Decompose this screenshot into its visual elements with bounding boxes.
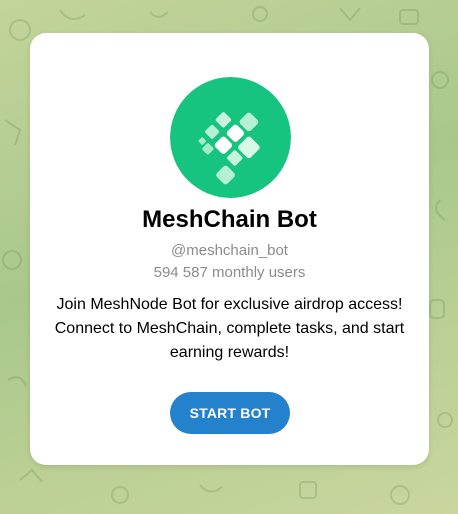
meshchain-logo-icon [170, 77, 291, 198]
bot-description: Join MeshNode Bot for exclusive airdrop … [44, 293, 415, 365]
bot-username: @meshchain_bot [171, 242, 288, 259]
bot-name: MeshChain Bot [142, 206, 317, 233]
description-line: Join MeshNode Bot for exclusive airdrop … [56, 296, 403, 313]
bot-info-card: MeshChain Bot @meshchain_bot 594 587 mon… [30, 33, 429, 465]
bot-avatar [170, 77, 291, 198]
start-bot-button[interactable]: START BOT [170, 392, 290, 434]
description-line: Connect to MeshChain, complete tasks, an… [54, 320, 405, 337]
monthly-users-count: 594 587 monthly users [153, 264, 306, 281]
description-line: earning rewards! [169, 344, 290, 361]
